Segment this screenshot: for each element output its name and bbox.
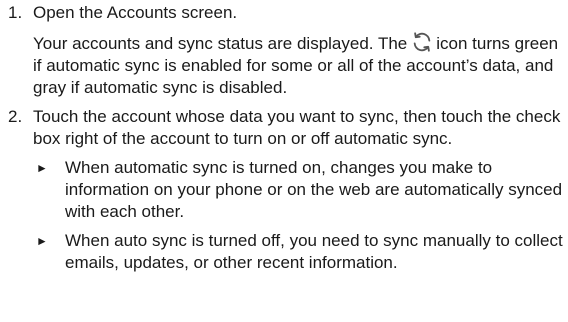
bullet-text: When auto sync is turned off, you need t… [65,231,563,272]
instruction-document: 1. Open the Accounts screen. Your accoun… [0,2,568,274]
step-number: 2. [8,107,23,126]
description-text-before-icon: Your accounts and sync status are displa… [33,34,408,53]
step-title: Touch the account whose data you want to… [33,107,561,148]
step-1: 1. Open the Accounts screen. Your accoun… [0,2,568,99]
bullet-text: When automatic sync is turned on, change… [65,158,563,221]
bullet-list: ► When automatic sync is turned on, chan… [33,157,568,274]
step-description: Your accounts and sync status are displa… [33,31,568,99]
step-title: Open the Accounts screen. [33,3,238,22]
bullet-item: ► When auto sync is turned off, you need… [33,230,568,274]
bullet-arrow-icon: ► [36,161,48,175]
sync-icon [413,32,431,52]
bullet-arrow-icon: ► [36,234,48,248]
bullet-item: ► When automatic sync is turned on, chan… [33,157,568,223]
step-2: 2. Touch the account whose data you want… [0,106,568,274]
step-number: 1. [8,3,23,22]
